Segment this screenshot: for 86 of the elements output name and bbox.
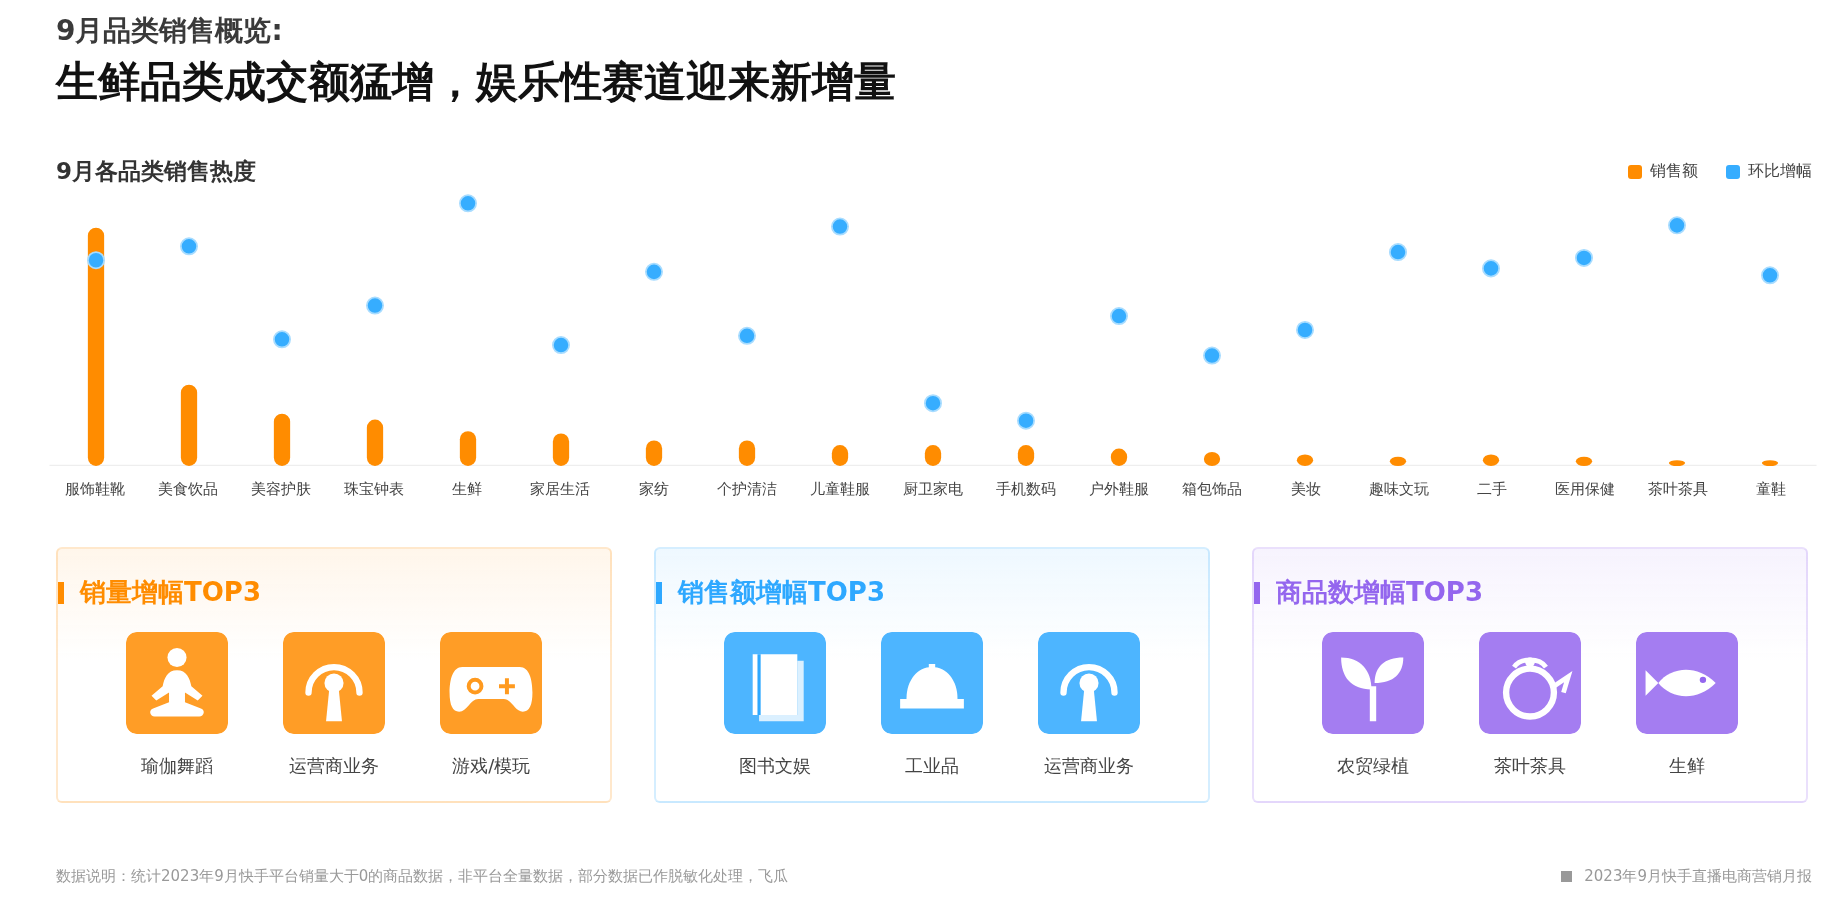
category-label: 家纺 [637,480,670,499]
category-name: 瑜伽舞蹈 [140,754,213,778]
chart-title: 9月各品类销售热度 [56,157,256,186]
growth-point [645,262,663,281]
title-marker [656,581,662,604]
sales-bar [924,445,942,466]
category-label: 手机数码 [995,480,1058,499]
sales-bar [366,419,384,466]
category-name: 茶叶茶具 [1494,754,1566,778]
category-label: 二手 [1475,480,1508,499]
legend-label: 环比增幅 [1748,161,1812,182]
sales-bar [1389,456,1407,466]
sales-bar [552,433,570,466]
card-title: 销量增幅TOP3 [80,576,261,609]
sales-bar [1482,454,1500,466]
category-name: 图书文娱 [738,754,811,778]
growth-point [366,296,384,315]
sales-bar [1017,445,1035,466]
growth-point [738,326,756,345]
growth-point [273,330,291,349]
category-label: 户外鞋服 [1088,480,1151,499]
growth-point [1203,346,1221,365]
data-note: 数据说明：统计2023年9月快手平台销量大于0的商品数据，非平台全量数据，部分数据已作脱敏化处理，飞瓜 [56,867,789,886]
growth-point [1668,216,1686,235]
category-label: 珠宝钟表 [343,480,406,499]
growth-point [552,336,570,355]
sales-bar [1203,452,1221,466]
category-label: 生鲜 [451,480,484,499]
category-label: 医用保健 [1554,480,1617,499]
category-label: 家居生活 [529,480,592,499]
category-label: 茶叶茶具 [1647,480,1710,499]
category-label: 美容护肤 [249,480,312,499]
sprout-icon [1321,632,1424,734]
growth-point [1110,307,1128,326]
page-kicker: 9月品类销售概览: [56,13,284,49]
growth-point [1296,321,1314,339]
book-icon [723,632,826,734]
signal-icon [1038,632,1141,734]
growth-point [831,217,849,236]
category-name: 农贸绿植 [1336,754,1409,778]
helmet-icon [881,632,983,734]
sales-bar [273,413,291,466]
card-title: 商品数增幅TOP3 [1276,576,1483,609]
category-label: 儿童鞋服 [808,480,871,499]
category-name: 运营商业务 [289,754,379,778]
fish-icon [1636,632,1739,734]
report-source: 2023年9月快手直播电商营销月报 [1584,867,1812,886]
category-label: 厨卫家电 [902,480,964,499]
category-label: 服饰鞋靴 [63,480,126,499]
growth-point [1575,248,1593,267]
sales-bar [1668,460,1686,466]
category-label: 美妆 [1289,480,1322,499]
gamepad-icon [440,632,543,734]
category-label: 美食饮品 [156,480,219,499]
sales-bar [459,431,477,466]
category-name: 运营商业务 [1044,754,1135,778]
category-name: 生鲜 [1669,754,1706,778]
sales-bar [645,440,663,466]
sales-bar [1110,448,1128,466]
growth-point [180,237,198,256]
sales-bar [831,445,849,466]
growth-point [1482,259,1500,278]
signal-icon [283,632,385,734]
category-name: 游戏/模玩 [452,754,531,778]
sales-bar [1761,460,1779,466]
sales-bar [1296,454,1314,466]
growth-point [1389,243,1407,262]
category-label: 趣味文玩 [1367,480,1430,499]
yoga-icon [125,632,228,734]
square-icon [1561,871,1573,882]
card-title: 销售额增幅TOP3 [678,576,885,609]
growth-point [924,394,942,413]
category-label: 个护清洁 [715,480,778,499]
sales-bar [1575,456,1593,466]
title-marker [58,581,64,604]
growth-point [1017,411,1035,430]
growth-point [459,194,477,213]
category-label: 箱包饰品 [1181,480,1244,499]
page-title: 生鲜品类成交额猛增，娱乐性赛道迎来新增量 [56,56,897,108]
category-label: 童鞋 [1755,480,1788,499]
title-marker [1254,581,1260,604]
growth-point [87,251,105,270]
category-name: 工业品 [905,754,959,778]
legend-label: 销售额 [1650,161,1698,182]
sales-bar [738,440,756,466]
growth-point [1761,266,1779,285]
